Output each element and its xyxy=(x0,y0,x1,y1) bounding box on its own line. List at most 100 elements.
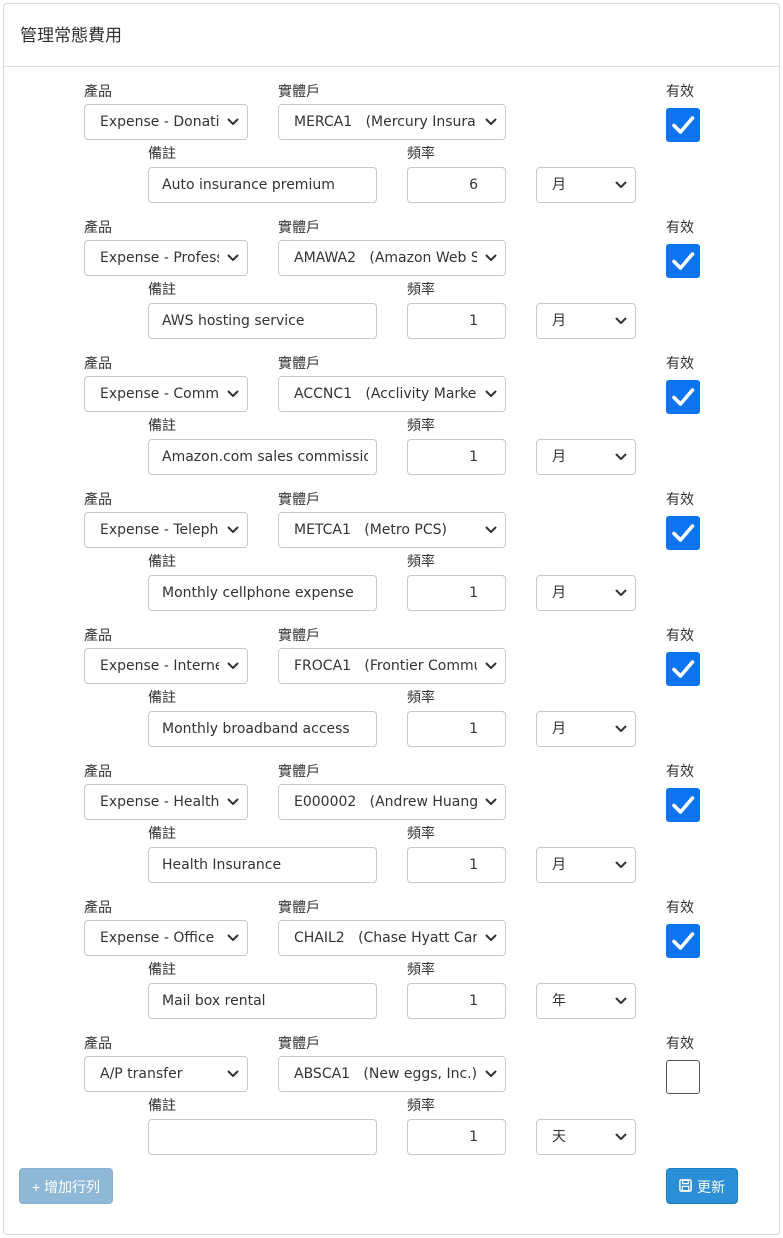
chevron-down-icon xyxy=(483,1057,499,1091)
entity-select[interactable]: METCA1 (Metro PCS) xyxy=(278,512,506,548)
entity-label: 實體戶 xyxy=(278,220,320,236)
entity-select[interactable]: CHAIL2 (Chase Hyatt Card (x xyxy=(278,920,506,956)
frequency-label: 頻率 xyxy=(407,554,435,570)
product-label: 產品 xyxy=(84,628,112,644)
entity-select-value: ABSCA1 (New eggs, Inc.) xyxy=(294,1066,477,1082)
frequency-unit-select[interactable]: 月 xyxy=(536,847,636,883)
frequency-label: 頻率 xyxy=(407,282,435,298)
product-select[interactable]: Expense - Professional xyxy=(84,240,248,276)
entity-select[interactable]: MERCA1 (Mercury Insurance) xyxy=(278,104,506,140)
frequency-input[interactable]: 1 xyxy=(407,711,506,747)
frequency-input[interactable]: 1 xyxy=(407,575,506,611)
active-checkbox[interactable] xyxy=(666,924,700,958)
entity-select-value: FROCA1 (Frontier Communications) xyxy=(294,658,477,674)
frequency-input-value: 1 xyxy=(469,993,478,1009)
expense-row: 產品 實體戶 有效 Expense - Internet FROCA1 (Frontie… xyxy=(0,628,783,764)
note-input-value: Monthly broadband access xyxy=(162,721,350,737)
add-row-button[interactable]: + 增加行列 xyxy=(19,1168,113,1204)
product-select-value: Expense - Telephone xyxy=(100,522,219,538)
expense-row: 產品 實體戶 有效 Expense - Telephone METCA1 (Metro … xyxy=(0,492,783,628)
chevron-down-icon xyxy=(613,1120,629,1154)
frequency-input[interactable]: 1 xyxy=(407,1119,506,1155)
chevron-down-icon xyxy=(613,304,629,338)
product-select[interactable]: Expense - Donation xyxy=(84,104,248,140)
chevron-down-icon xyxy=(613,168,629,202)
expense-row: 產品 實體戶 有效 Expense - Commission ACCNC1 (Accli… xyxy=(0,356,783,492)
frequency-unit-select[interactable]: 月 xyxy=(536,711,636,747)
product-select[interactable]: Expense - Health Insurance xyxy=(84,784,248,820)
frequency-unit-value: 年 xyxy=(552,993,566,1009)
active-checkbox[interactable] xyxy=(666,108,700,142)
frequency-unit-select[interactable]: 天 xyxy=(536,1119,636,1155)
note-input[interactable]: Monthly cellphone expense xyxy=(148,575,377,611)
frequency-label: 頻率 xyxy=(407,1098,435,1114)
frequency-input-value: 1 xyxy=(469,313,478,329)
expense-row: 產品 實體戶 有效 A/P transfer ABSCA1 (New eggs, Inc… xyxy=(0,1036,783,1172)
note-label: 備註 xyxy=(148,554,176,570)
frequency-input[interactable]: 1 xyxy=(407,983,506,1019)
product-label: 產品 xyxy=(84,764,112,780)
update-button-label: 更新 xyxy=(697,1179,725,1195)
product-select[interactable]: Expense - Telephone xyxy=(84,512,248,548)
note-input[interactable]: Auto insurance premium xyxy=(148,167,377,203)
frequency-unit-value: 月 xyxy=(552,585,566,601)
note-input[interactable]: Mail box rental xyxy=(148,983,377,1019)
product-select[interactable]: Expense - Internet xyxy=(84,648,248,684)
frequency-unit-select[interactable]: 月 xyxy=(536,303,636,339)
frequency-input[interactable]: 1 xyxy=(407,847,506,883)
entity-select-value: METCA1 (Metro PCS) xyxy=(294,522,447,538)
frequency-input-value: 6 xyxy=(469,177,478,193)
note-label: 備註 xyxy=(148,690,176,706)
note-label: 備註 xyxy=(148,146,176,162)
active-checkbox[interactable] xyxy=(666,380,700,414)
note-input[interactable]: AWS hosting service xyxy=(148,303,377,339)
update-button[interactable]: 更新 xyxy=(666,1168,738,1204)
note-input[interactable]: Amazon.com sales commission xyxy=(148,439,377,475)
active-checkbox[interactable] xyxy=(666,788,700,822)
entity-select[interactable]: FROCA1 (Frontier Communications) xyxy=(278,648,506,684)
chevron-down-icon xyxy=(225,377,241,411)
frequency-unit-select[interactable]: 月 xyxy=(536,575,636,611)
entity-select-value: ACCNC1 (Acclivity Marketing) xyxy=(294,386,477,402)
frequency-input[interactable]: 1 xyxy=(407,439,506,475)
active-checkbox[interactable] xyxy=(666,516,700,550)
note-input-value: Amazon.com sales commission xyxy=(162,449,368,465)
note-input-value: Monthly cellphone expense xyxy=(162,585,354,601)
card-header: 管理常態費用 xyxy=(4,4,779,67)
note-input-value: Health Insurance xyxy=(162,857,282,873)
expense-row: 產品 實體戶 有效 Expense - Office CHAIL2 (Chase Hya… xyxy=(0,900,783,1036)
chevron-down-icon xyxy=(483,649,499,683)
frequency-unit-select[interactable]: 月 xyxy=(536,439,636,475)
product-select-value: Expense - Internet xyxy=(100,658,219,674)
product-label: 產品 xyxy=(84,84,112,100)
active-label: 有效 xyxy=(666,356,694,372)
product-select[interactable]: Expense - Office xyxy=(84,920,248,956)
note-input[interactable]: Monthly broadband access xyxy=(148,711,377,747)
frequency-input[interactable]: 6 xyxy=(407,167,506,203)
expense-row: 產品 實體戶 有效 Expense - Professional AMAWA2 (Ama… xyxy=(0,220,783,356)
note-input[interactable] xyxy=(148,1119,377,1155)
entity-select[interactable]: ABSCA1 (New eggs, Inc.) xyxy=(278,1056,506,1092)
frequency-unit-value: 月 xyxy=(552,721,566,737)
frequency-unit-select[interactable]: 月 xyxy=(536,167,636,203)
product-select[interactable]: Expense - Commission xyxy=(84,376,248,412)
frequency-unit-value: 月 xyxy=(552,177,566,193)
entity-label: 實體戶 xyxy=(278,492,320,508)
frequency-input[interactable]: 1 xyxy=(407,303,506,339)
active-checkbox[interactable] xyxy=(666,652,700,686)
active-checkbox[interactable] xyxy=(666,1060,700,1094)
note-input[interactable]: Health Insurance xyxy=(148,847,377,883)
product-select-value: Expense - Donation xyxy=(100,114,219,130)
product-select[interactable]: A/P transfer xyxy=(84,1056,248,1092)
frequency-input-value: 1 xyxy=(469,857,478,873)
product-label: 產品 xyxy=(84,356,112,372)
frequency-unit-select[interactable]: 年 xyxy=(536,983,636,1019)
entity-select[interactable]: AMAWA2 (Amazon Web Services) xyxy=(278,240,506,276)
entity-select[interactable]: E000002 (Andrew Huang) xyxy=(278,784,506,820)
active-checkbox[interactable] xyxy=(666,244,700,278)
chevron-down-icon xyxy=(483,921,499,955)
entity-label: 實體戶 xyxy=(278,900,320,916)
frequency-label: 頻率 xyxy=(407,826,435,842)
active-label: 有效 xyxy=(666,900,694,916)
entity-select[interactable]: ACCNC1 (Acclivity Marketing) xyxy=(278,376,506,412)
